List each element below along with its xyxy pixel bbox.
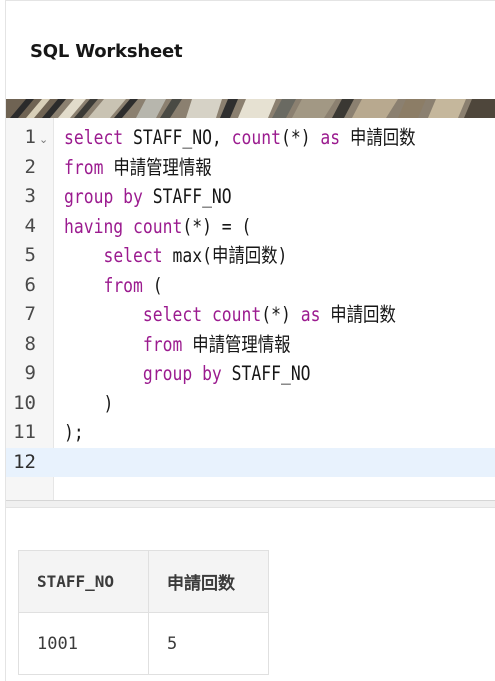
line-number: 10 bbox=[13, 391, 36, 414]
code-line-row[interactable]: 10 ) bbox=[6, 389, 495, 419]
sql-text: 申請管理情報 bbox=[182, 332, 291, 356]
sql-keyword: as bbox=[320, 126, 341, 149]
sql-keyword: count bbox=[133, 214, 183, 238]
sql-keyword: group by bbox=[142, 362, 222, 385]
sql-text: 申請回数 bbox=[320, 303, 396, 326]
code-line-row[interactable]: 12 bbox=[6, 447, 495, 477]
cell-staff-no: 1001 bbox=[18, 612, 149, 675]
results-header-row: STAFF_NO 申請回数 bbox=[18, 550, 269, 613]
code-text: ) bbox=[64, 389, 113, 419]
line-number: 1 bbox=[24, 126, 36, 148]
code-text: select count(*) as 申請回数 bbox=[64, 300, 396, 330]
results-table: STAFF_NO 申請回数 1001 5 bbox=[18, 550, 269, 675]
line-number: 7 bbox=[24, 303, 36, 325]
editor-horizontal-scrollbar[interactable] bbox=[6, 500, 495, 508]
sql-keyword: group by bbox=[64, 185, 143, 208]
decorative-banner bbox=[6, 99, 495, 118]
sql-keyword: from bbox=[142, 332, 183, 356]
code-text: from 申請管理情報 bbox=[64, 330, 291, 360]
banner-pattern bbox=[6, 99, 495, 118]
line-number: 2 bbox=[24, 155, 36, 178]
sql-text: max(申請回数) bbox=[162, 244, 288, 267]
sql-text: 申請回数 bbox=[340, 126, 416, 149]
code-line-row[interactable]: 3 group by STAFF_NO bbox=[6, 182, 495, 212]
sql-text: ( bbox=[142, 273, 163, 297]
sql-text: 申請管理情報 bbox=[103, 155, 212, 179]
code-text: select STAFF_NO, count(*) as 申請回数 bbox=[64, 123, 416, 153]
sql-keyword: count bbox=[231, 126, 281, 149]
table-row: 1001 5 bbox=[18, 612, 269, 675]
code-text: group by STAFF_NO bbox=[64, 359, 311, 389]
sql-keyword: having bbox=[64, 214, 124, 238]
sql-keyword: from bbox=[64, 155, 104, 179]
line-number: 5 bbox=[24, 244, 36, 266]
line-number: 12 bbox=[13, 450, 36, 473]
sql-keyword: count bbox=[211, 303, 262, 326]
code-line-row[interactable]: 1 ⌄ select STAFF_NO, count(*) as 申請回数 bbox=[6, 123, 495, 153]
code-line-row[interactable]: 8 from 申請管理情報 bbox=[6, 330, 495, 360]
code-text: from ( bbox=[64, 271, 163, 301]
column-header-staff-no[interactable]: STAFF_NO bbox=[18, 550, 149, 613]
line-number: 8 bbox=[24, 332, 36, 355]
code-line-row[interactable]: 4 having count(*) = ( bbox=[6, 212, 495, 242]
sql-text: STAFF_NO bbox=[142, 185, 232, 208]
sql-text: STAFF_NO bbox=[221, 362, 311, 385]
code-line-row[interactable]: 9 group by STAFF_NO bbox=[6, 359, 495, 389]
sql-keyword: select bbox=[142, 303, 203, 326]
line-number: 9 bbox=[24, 362, 36, 384]
chevron-down-icon[interactable]: ⌄ bbox=[39, 134, 48, 145]
cell-application-count: 5 bbox=[148, 612, 269, 675]
sql-keyword: as bbox=[300, 303, 321, 326]
line-number: 3 bbox=[24, 185, 36, 207]
code-text: ); bbox=[64, 418, 84, 448]
line-number: 6 bbox=[24, 273, 36, 296]
code-line-row[interactable]: 2 from 申請管理情報 bbox=[6, 153, 495, 183]
code-text: from 申請管理情報 bbox=[64, 153, 212, 183]
line-number: 11 bbox=[13, 421, 36, 443]
sql-text: (*) = ( bbox=[182, 214, 252, 238]
sql-text: ); bbox=[64, 421, 84, 444]
worksheet-header: SQL Worksheet bbox=[6, 1, 495, 99]
sql-text: (*) bbox=[261, 303, 301, 326]
code-line-row[interactable]: 7 select count(*) as 申請回数 bbox=[6, 300, 495, 330]
sql-keyword: from bbox=[103, 273, 143, 297]
line-number: 4 bbox=[24, 214, 36, 237]
page-title: SQL Worksheet bbox=[30, 41, 183, 62]
sql-editor[interactable]: 1 ⌄ select STAFF_NO, count(*) as 申請回数 2 from… bbox=[6, 118, 495, 504]
code-line-row[interactable]: 11); bbox=[6, 418, 495, 448]
sql-text: ) bbox=[64, 391, 114, 415]
code-text: group by STAFF_NO bbox=[64, 182, 232, 212]
sql-keyword: select bbox=[64, 126, 124, 149]
sql-text: (*) bbox=[280, 126, 321, 149]
column-header-application-count[interactable]: 申請回数 bbox=[148, 550, 269, 613]
code-text: select max(申請回数) bbox=[64, 241, 287, 271]
code-line-row[interactable]: 6 from ( bbox=[6, 271, 495, 301]
code-line-row[interactable]: 5 select max(申請回数) bbox=[6, 241, 495, 271]
code-text: having count(*) = ( bbox=[64, 212, 251, 242]
sql-text: STAFF_NO, bbox=[123, 126, 232, 149]
sql-keyword: select bbox=[103, 244, 163, 267]
